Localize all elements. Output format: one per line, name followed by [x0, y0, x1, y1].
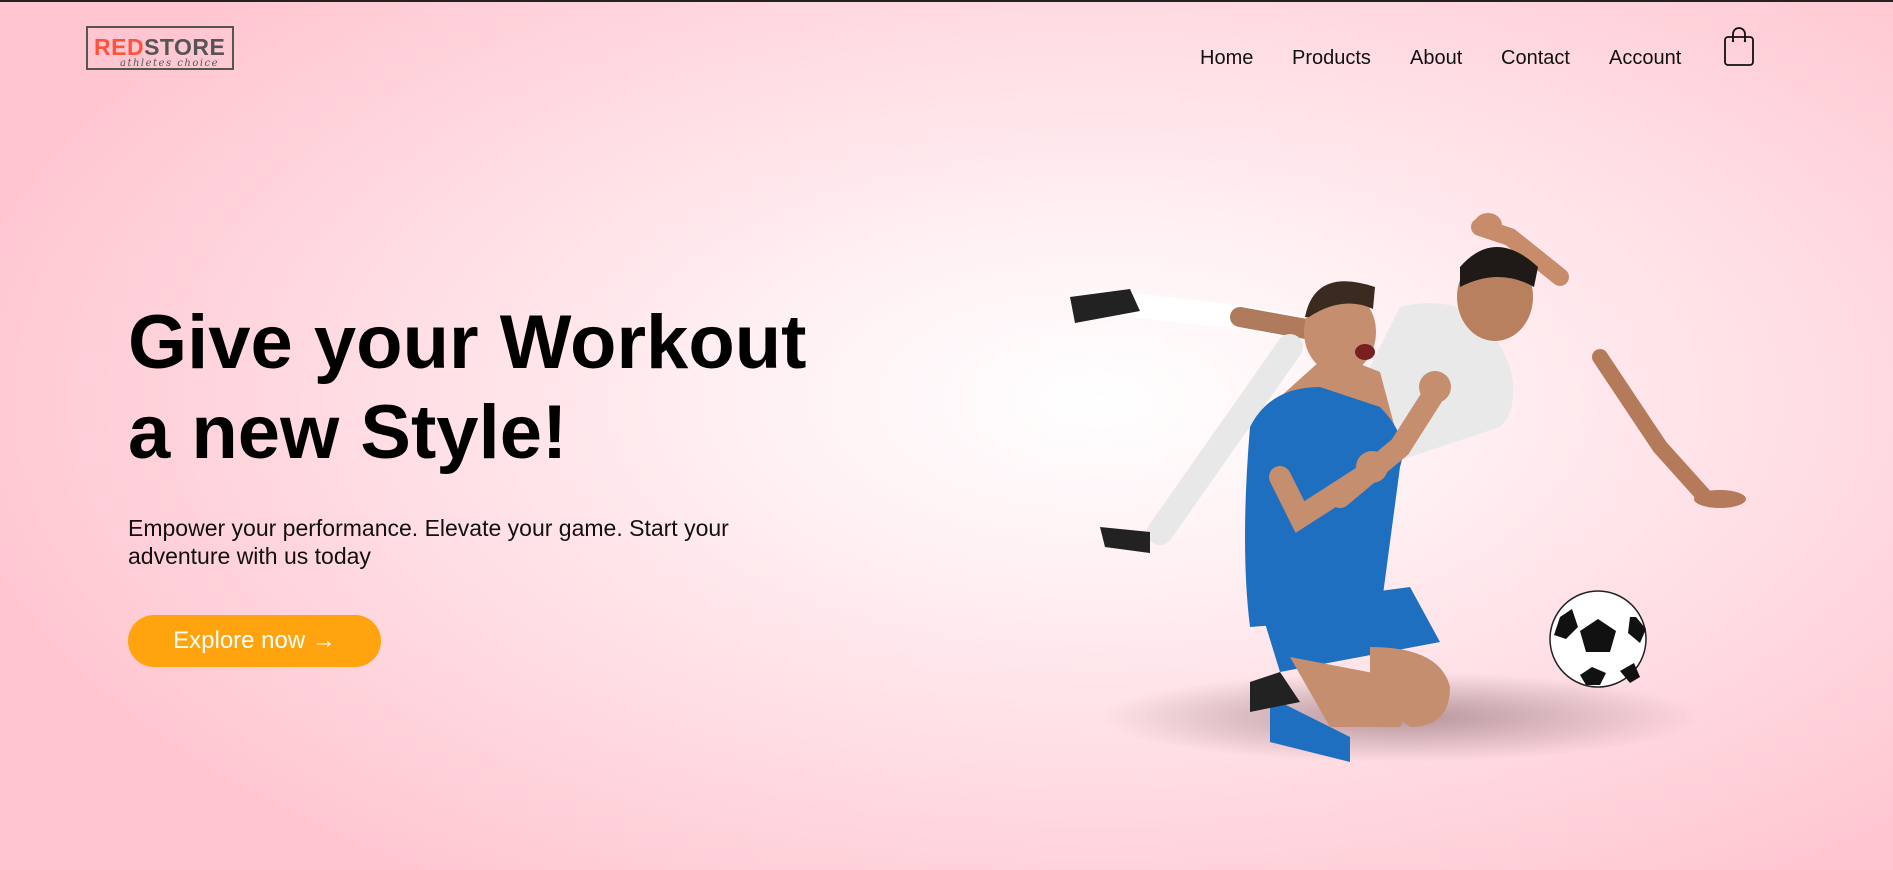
nav-item-home[interactable]: Home	[1200, 47, 1253, 70]
hero-title: Give your Workout a new Style!	[128, 298, 888, 478]
explore-now-button[interactable]: Explore now →	[128, 615, 381, 667]
logo-red-text: RED	[94, 34, 145, 60]
logo-tagline: athletes choice	[120, 58, 220, 69]
hero-title-line-2: a new Style!	[128, 390, 568, 475]
shopping-bag-icon[interactable]	[1722, 26, 1756, 68]
hero-football-players-image	[1070, 213, 1746, 762]
hero-subtitle: Empower your performance. Elevate your g…	[128, 515, 729, 569]
navbar: REDSTORE athletes choice Home Products A…	[0, 2, 1893, 102]
brand-logo[interactable]: REDSTORE athletes choice	[86, 26, 234, 70]
hero-title-line-1: Give your Workout	[128, 300, 807, 385]
logo-dark-text: STORE	[144, 34, 226, 60]
nav-item-account[interactable]: Account	[1609, 47, 1681, 70]
logo-title: REDSTORE	[94, 34, 225, 61]
nav-item-about[interactable]: About	[1410, 47, 1462, 70]
nav-item-contact[interactable]: Contact	[1501, 47, 1570, 70]
nav-item-products[interactable]: Products	[1292, 47, 1371, 70]
